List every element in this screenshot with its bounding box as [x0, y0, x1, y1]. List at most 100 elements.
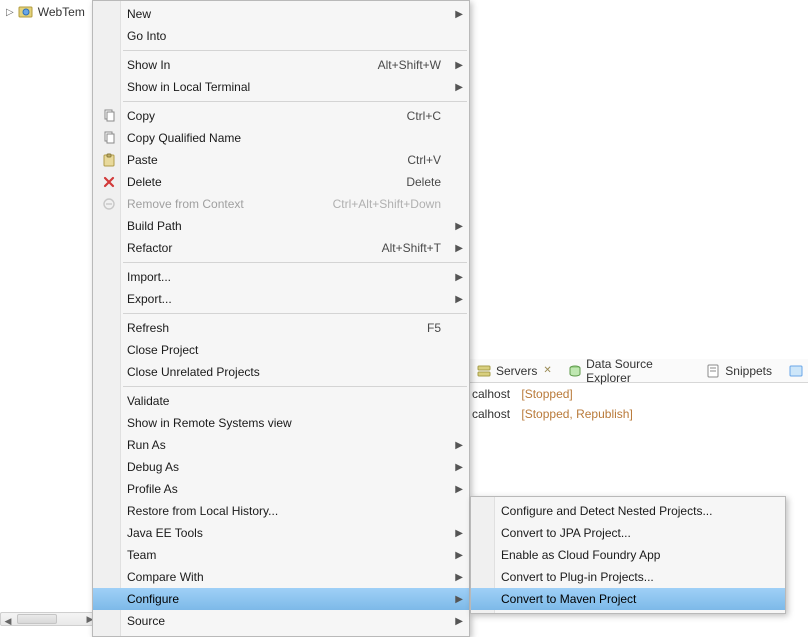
menu-item-shortcut: Delete — [406, 175, 451, 189]
menu-item-label: Refresh — [127, 321, 427, 335]
project-tree-item[interactable]: ▷ WebTem — [6, 4, 85, 20]
menu-item-refactor[interactable]: RefactorAlt+Shift+T▶ — [93, 237, 469, 259]
tab-servers-close-icon[interactable]: ✕ — [541, 365, 551, 376]
submenu-item-label: Convert to Plug-in Projects... — [501, 570, 767, 584]
menu-separator — [123, 386, 467, 387]
configure-submenu: Configure and Detect Nested Projects... C… — [470, 496, 786, 614]
menu-item-run-as[interactable]: Run As▶ — [93, 434, 469, 456]
menu-separator — [123, 262, 467, 263]
tree-expand-arrow-icon[interactable]: ▷ — [6, 7, 14, 18]
submenu-item-configure-and-detect-nested-projects[interactable]: Configure and Detect Nested Projects... — [471, 500, 785, 522]
server-status-label: [Stopped, Republish] — [521, 407, 632, 421]
menu-item-refresh[interactable]: RefreshF5 — [93, 317, 469, 339]
tab-data-source-label: Data Source Explorer — [586, 357, 689, 385]
menu-item-copy-qualified-name[interactable]: Copy Qualified Name — [93, 127, 469, 149]
menu-separator — [123, 101, 467, 102]
submenu-arrow-icon: ▶ — [455, 221, 463, 232]
submenu-item-label: Convert to Maven Project — [501, 592, 767, 606]
submenu-item-label: Convert to JPA Project... — [501, 526, 767, 540]
menu-item-export[interactable]: Export... ▶ — [93, 288, 469, 310]
submenu-item-label: Enable as Cloud Foundry App — [501, 548, 767, 562]
context-menu: New▶Go IntoShow InAlt+Shift+W▶Show in Lo… — [92, 0, 470, 637]
submenu-arrow-icon: ▶ — [455, 550, 463, 561]
menu-item-java-ee-tools[interactable]: Java EE Tools ▶ — [93, 522, 469, 544]
menu-item-paste[interactable]: PasteCtrl+V — [93, 149, 469, 171]
menu-item-label: Compare With — [127, 570, 451, 584]
submenu-arrow-icon: ▶ — [455, 272, 463, 283]
menu-item-copy[interactable]: CopyCtrl+C — [93, 105, 469, 127]
scrollbar-thumb[interactable] — [17, 614, 57, 624]
menu-item-shortcut: Ctrl+Alt+Shift+Down — [333, 197, 451, 211]
menu-item-go-into[interactable]: Go Into — [93, 25, 469, 47]
menu-item-show-in-local-terminal[interactable]: Show in Local Terminal ▶ — [93, 76, 469, 98]
snippets-icon — [705, 363, 721, 379]
server-row[interactable]: calhost [Stopped, Republish] — [470, 404, 808, 424]
menu-item-close-unrelated-projects[interactable]: Close Unrelated Projects — [93, 361, 469, 383]
submenu-arrow-icon: ▶ — [455, 462, 463, 473]
submenu-arrow-icon: ▶ — [455, 82, 463, 93]
copy-icon — [101, 130, 117, 146]
submenu-arrow-icon: ▶ — [455, 572, 463, 583]
menu-item-label: Go Into — [127, 29, 451, 43]
menu-item-label: Import... — [127, 270, 451, 284]
menu-item-validate[interactable]: Validate — [93, 390, 469, 412]
tab-snippets[interactable]: Snippets — [701, 361, 776, 381]
menu-item-delete[interactable]: DeleteDelete — [93, 171, 469, 193]
menu-item-build-path[interactable]: Build Path ▶ — [93, 215, 469, 237]
menu-item-label: Copy — [127, 109, 407, 123]
scroll-left-icon[interactable]: ◀ — [1, 616, 15, 628]
submenu-arrow-icon: ▶ — [455, 9, 463, 20]
menu-item-debug-as[interactable]: Debug As ▶ — [93, 456, 469, 478]
menu-item-show-in[interactable]: Show InAlt+Shift+W▶ — [93, 54, 469, 76]
menu-item-profile-as[interactable]: Profile As ▶ — [93, 478, 469, 500]
menu-item-show-in-remote-systems-view[interactable]: Show in Remote Systems view — [93, 412, 469, 434]
menu-item-label: Debug As — [127, 460, 451, 474]
submenu-arrow-icon: ▶ — [455, 440, 463, 451]
submenu-item-convert-to-maven-project[interactable]: Convert to Maven Project — [471, 588, 785, 610]
menu-item-label: Configure — [127, 592, 451, 606]
menu-item-close-project[interactable]: Close Project — [93, 339, 469, 361]
tab-data-source-explorer[interactable]: Data Source Explorer — [564, 355, 694, 387]
menu-item-label: Java EE Tools — [127, 526, 451, 540]
extra-icon — [788, 363, 804, 379]
tab-servers[interactable]: Servers ✕ — [472, 361, 556, 381]
server-row[interactable]: calhost [Stopped] — [470, 384, 808, 404]
menu-item-shortcut: Ctrl+C — [407, 109, 451, 123]
menu-item-restore-from-local-history[interactable]: Restore from Local History... — [93, 500, 469, 522]
menu-item-label: Team — [127, 548, 451, 562]
submenu-item-enable-as-cloud-foundry-app[interactable]: Enable as Cloud Foundry App — [471, 544, 785, 566]
servers-panel: calhost [Stopped] calhost [Stopped, Repu… — [470, 384, 808, 424]
menu-item-label: Copy Qualified Name — [127, 131, 451, 145]
menu-item-label: Export... — [127, 292, 451, 306]
menu-item-label: Profile As — [127, 482, 451, 496]
submenu-arrow-icon: ▶ — [455, 484, 463, 495]
horizontal-scrollbar[interactable]: ◀ ▶ — [0, 612, 98, 626]
project-icon — [18, 4, 34, 20]
submenu-arrow-icon: ▶ — [455, 616, 463, 627]
menu-item-label: Validate — [127, 394, 451, 408]
submenu-arrow-icon: ▶ — [455, 243, 463, 254]
menu-item-label: Delete — [127, 175, 406, 189]
copy-icon — [101, 108, 117, 124]
menu-item-source[interactable]: Source▶ — [93, 610, 469, 632]
submenu-item-convert-to-jpa-project[interactable]: Convert to JPA Project... — [471, 522, 785, 544]
paste-icon — [101, 152, 117, 168]
menu-item-label: Show in Remote Systems view — [127, 416, 451, 430]
menu-item-label: Build Path — [127, 219, 451, 233]
menu-item-new[interactable]: New▶ — [93, 3, 469, 25]
submenu-item-convert-to-plug-in-projects[interactable]: Convert to Plug-in Projects... — [471, 566, 785, 588]
menu-item-label: Refactor — [127, 241, 382, 255]
menu-item-shortcut: Ctrl+V — [407, 153, 451, 167]
submenu-arrow-icon: ▶ — [455, 528, 463, 539]
tab-extra[interactable] — [784, 361, 808, 381]
data-source-icon — [568, 363, 582, 379]
menu-item-import[interactable]: Import... ▶ — [93, 266, 469, 288]
submenu-arrow-icon: ▶ — [455, 594, 463, 605]
menu-item-compare-with[interactable]: Compare With ▶ — [93, 566, 469, 588]
menu-separator — [123, 313, 467, 314]
menu-item-configure[interactable]: Configure ▶ — [93, 588, 469, 610]
server-status-label: [Stopped] — [521, 387, 572, 401]
submenu-arrow-icon: ▶ — [455, 294, 463, 305]
menu-item-team[interactable]: Team ▶ — [93, 544, 469, 566]
menu-item-label: Show in Local Terminal — [127, 80, 451, 94]
